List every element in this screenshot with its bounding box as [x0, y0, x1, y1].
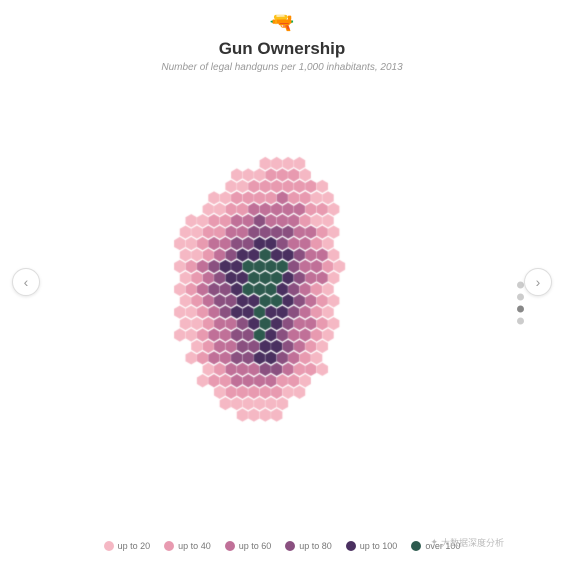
legend-label-2: up to 60 [239, 541, 272, 551]
legend-label-0: up to 20 [118, 541, 151, 551]
gun-icon: 🔫 [161, 10, 402, 35]
main-container: ‹ › 🔫 Gun Ownership Number of legal hand… [0, 0, 564, 563]
legend-color-5 [411, 541, 421, 551]
legend-item-0: up to 20 [104, 541, 151, 551]
slide-indicator-4[interactable] [517, 318, 524, 325]
nav-left-button[interactable]: ‹ [12, 268, 40, 296]
chart-subtitle: Number of legal handguns per 1,000 inhab… [161, 62, 402, 73]
slide-indicator-1[interactable] [517, 282, 524, 289]
chart-legend: up to 20 up to 40 up to 60 up to 80 up t… [104, 533, 461, 563]
chevron-right-icon: › [536, 274, 541, 290]
legend-item-4: up to 100 [346, 541, 398, 551]
nav-right-button[interactable]: › [524, 268, 552, 296]
legend-color-2 [225, 541, 235, 551]
chevron-left-icon: ‹ [24, 274, 29, 290]
watermark-icon: ✦ [430, 537, 438, 548]
slide-indicators [517, 282, 524, 325]
legend-color-3 [285, 541, 295, 551]
slide-indicator-2[interactable] [517, 294, 524, 301]
legend-label-3: up to 80 [299, 541, 332, 551]
watermark: ✦ 大数据深度分析 [430, 536, 504, 549]
legend-item-2: up to 60 [225, 541, 272, 551]
legend-color-4 [346, 541, 356, 551]
chart-header: 🔫 Gun Ownership Number of legal handguns… [161, 0, 402, 73]
legend-color-1 [164, 541, 174, 551]
legend-item-1: up to 40 [164, 541, 211, 551]
legend-item-3: up to 80 [285, 541, 332, 551]
map-area [0, 73, 564, 533]
watermark-text: 大数据深度分析 [441, 536, 504, 549]
slide-indicator-3[interactable] [517, 306, 524, 313]
legend-label-4: up to 100 [360, 541, 398, 551]
legend-label-1: up to 40 [178, 541, 211, 551]
legend-color-0 [104, 541, 114, 551]
chart-title: Gun Ownership [161, 39, 402, 59]
map-canvas [72, 108, 492, 498]
